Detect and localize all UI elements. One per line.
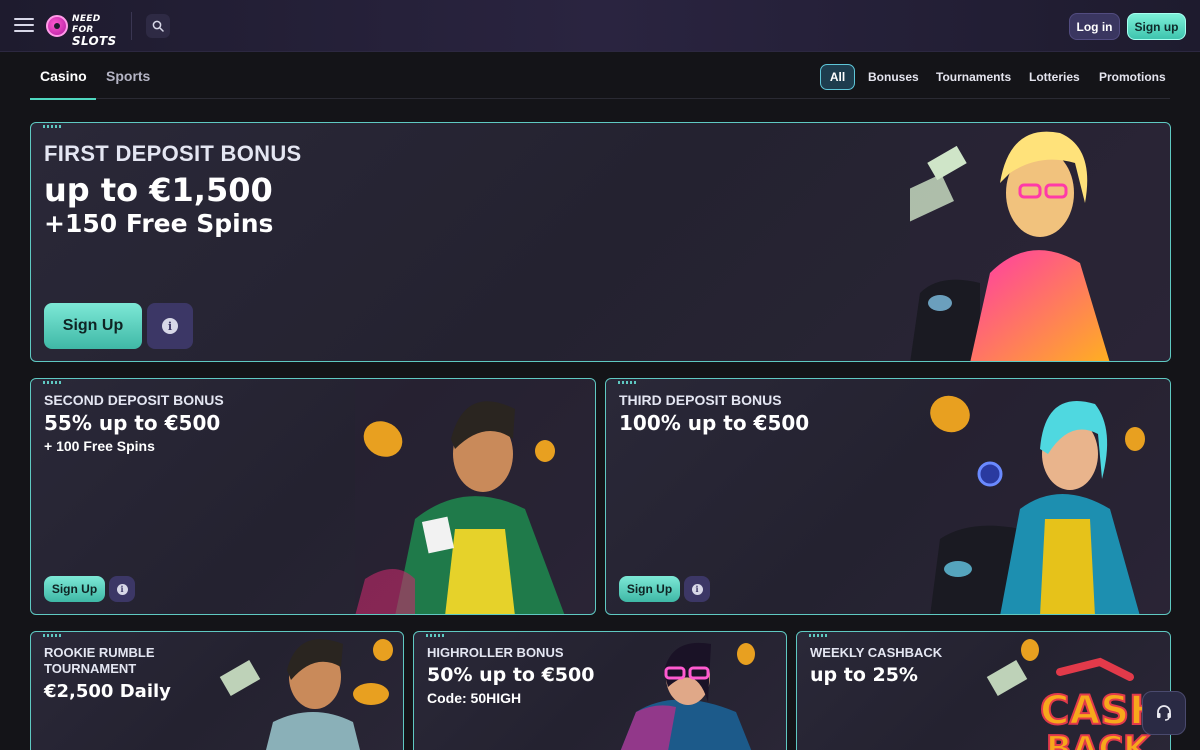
promo-title: FIRST DEPOSIT BONUS — [44, 141, 302, 166]
promo-amount: 50% up to €500 — [427, 664, 595, 686]
promo-amount: 100% up to €500 — [619, 411, 810, 435]
info-icon: i — [116, 583, 128, 595]
promo-card-highroller[interactable]: HIGHROLLER BONUS 50% up to €500 Code: 50… — [413, 631, 787, 750]
card-decor — [43, 125, 61, 128]
logo-line1: NEED FOR — [72, 14, 101, 35]
filter-promotions[interactable]: Promotions — [1099, 70, 1166, 84]
promo-character-image — [355, 379, 595, 614]
promo-title-line1: ROOKIE RUMBLE — [44, 645, 155, 660]
signup-button[interactable]: Sign up — [1127, 13, 1186, 40]
divider — [131, 12, 132, 40]
promo-info-button[interactable]: i — [109, 576, 135, 602]
promo-title: HIGHROLLER BONUS — [427, 645, 564, 660]
filter-all[interactable]: All — [820, 64, 855, 90]
promo-title: THIRD DEPOSIT BONUS — [619, 392, 782, 408]
promo-character-image — [620, 642, 755, 750]
promo-signup-button[interactable]: Sign Up — [44, 303, 142, 349]
promo-code: Code: 50HIGH — [427, 690, 522, 706]
promo-card-second-deposit[interactable]: SECOND DEPOSIT BONUS 55% up to €500 + 10… — [30, 378, 596, 615]
promo-amount: up to 25% — [810, 664, 918, 686]
login-button[interactable]: Log in — [1069, 13, 1120, 40]
promo-cashback-image: CASH BACK — [986, 639, 1164, 750]
promo-extra: + 100 Free Spins — [44, 438, 155, 454]
menu-icon[interactable] — [14, 18, 34, 34]
promo-info-button[interactable]: i — [684, 576, 710, 602]
cashback-art-text-2: BACK — [1046, 729, 1151, 750]
promo-amount: up to €1,500 — [44, 171, 273, 209]
search-icon — [152, 20, 164, 32]
logo[interactable]: NEED FOR SLOTS — [46, 12, 120, 47]
top-bar: NEED FOR SLOTS Log in Sign up — [0, 0, 1200, 52]
promo-title-line2: TOURNAMENT — [44, 661, 137, 676]
promo-character-image — [910, 123, 1170, 361]
promo-amount: €2,500 Daily — [44, 681, 171, 702]
logo-line2: SLOTS — [72, 34, 117, 48]
promo-card-third-deposit[interactable]: THIRD DEPOSIT BONUS 100% up to €500 Sign… — [605, 378, 1171, 615]
tab-casino[interactable]: Casino — [40, 68, 87, 84]
filter-bonuses[interactable]: Bonuses — [868, 70, 919, 84]
promo-card-rookie-rumble[interactable]: ROOKIE RUMBLE TOURNAMENT €2,500 Daily — [30, 631, 404, 750]
promo-signup-button[interactable]: Sign Up — [619, 576, 680, 602]
filter-tournaments[interactable]: Tournaments — [936, 70, 1011, 84]
card-decor — [809, 634, 827, 637]
promo-info-button[interactable]: i — [147, 303, 193, 349]
promo-title: SECOND DEPOSIT BONUS — [44, 392, 224, 408]
card-decor — [426, 634, 444, 637]
promo-title: WEEKLY CASHBACK — [810, 645, 943, 660]
filter-lotteries[interactable]: Lotteries — [1029, 70, 1080, 84]
info-icon: i — [691, 583, 703, 595]
promo-character-image — [930, 379, 1170, 614]
promo-extra: +150 Free Spins — [44, 209, 274, 238]
promo-card-weekly-cashback[interactable]: CASH BACK WEEKLY CASHBACK up to 25% — [796, 631, 1171, 750]
promo-signup-button[interactable]: Sign Up — [44, 576, 105, 602]
promo-amount: 55% up to €500 — [44, 411, 221, 435]
promo-card-first-deposit[interactable]: FIRST DEPOSIT BONUS up to €1,500 +150 Fr… — [30, 122, 1171, 362]
card-decor — [43, 634, 61, 637]
card-decor — [618, 381, 636, 384]
active-tab-indicator — [30, 98, 96, 100]
category-nav: Casino Sports All Bonuses Tournaments Lo… — [30, 52, 1170, 100]
support-chat-button[interactable] — [1142, 691, 1186, 735]
card-decor — [43, 381, 61, 384]
tab-sports[interactable]: Sports — [106, 68, 150, 84]
logo-mark-icon — [46, 15, 68, 37]
promo-character-image — [219, 639, 393, 750]
info-icon: i — [162, 318, 178, 334]
headset-icon — [1157, 705, 1171, 721]
search-button[interactable] — [146, 14, 170, 38]
